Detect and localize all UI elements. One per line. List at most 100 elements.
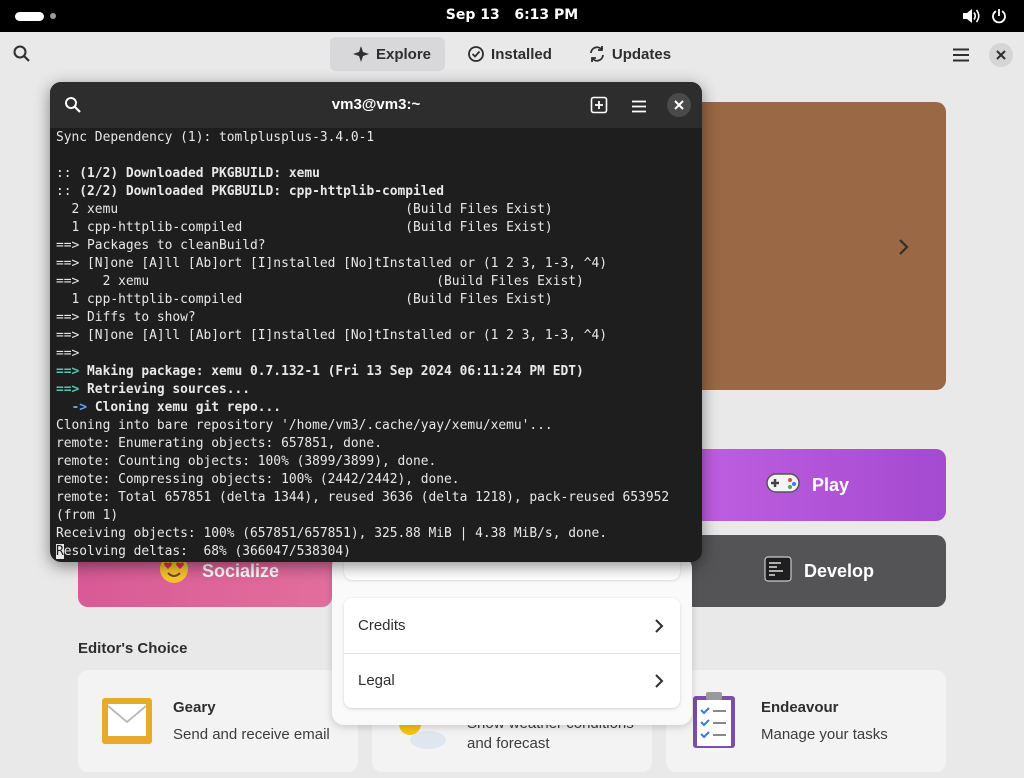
app-card-geary[interactable]: Geary Send and receive email: [78, 670, 358, 772]
terminal-line: ==> 2 xemu (Build Files Exist): [56, 273, 702, 291]
software-header: Explore Installed Updates: [0, 32, 1024, 78]
terminal-line: 1 cpp-httplib-compiled (Build Files Exis…: [56, 291, 702, 309]
terminal-text: ==>: [56, 382, 88, 397]
new-tab-icon[interactable]: [590, 96, 608, 118]
terminal-line: ==> Diffs to show?: [56, 309, 702, 327]
terminal-line: remote: Counting objects: 100% (3899/389…: [56, 453, 702, 471]
terminal-text: remote: Compressing objects: 100% (2442/…: [56, 472, 460, 487]
window-close-button[interactable]: [989, 43, 1013, 67]
view-switcher: Explore Installed Updates: [330, 37, 685, 71]
category-play-label: Play: [812, 474, 850, 495]
terminal-text: ::: [56, 184, 80, 199]
terminal-text: Receiving objects: 100% (657851/657851),…: [56, 526, 608, 541]
app-description: Manage your tasks: [761, 726, 888, 743]
category-develop[interactable]: Develop: [684, 535, 946, 607]
app-description: Send and receive email: [173, 726, 330, 743]
clock[interactable]: Sep 13 6:13 PM: [0, 7, 1024, 23]
terminal-line: 1 cpp-httplib-compiled (Build Files Exis…: [56, 219, 702, 237]
refresh-icon: [589, 46, 604, 62]
terminal-text: remote: Enumerating objects: 657851, don…: [56, 436, 382, 451]
terminal-text: ==>: [56, 364, 88, 379]
terminal-window: vm3@vm3:~ Sync Dependency (1): tomlplusp…: [50, 82, 702, 562]
chevron-right-icon[interactable]: [898, 238, 910, 260]
hamburger-menu-icon[interactable]: [631, 98, 647, 117]
top-bar: Sep 13 6:13 PM: [0, 0, 1024, 32]
terminal-text: 1 cpp-httplib-compiled (Build Files Exis…: [56, 220, 553, 235]
tasks-icon: [690, 690, 738, 754]
credits-row[interactable]: Credits: [344, 598, 680, 653]
volume-icon[interactable]: [962, 8, 980, 28]
terminal-text: (1/2) Downloaded PKGBUILD: xemu: [79, 166, 320, 181]
terminal-line: (from 1): [56, 507, 702, 525]
tab-explore-label: Explore: [376, 45, 432, 63]
terminal-text: Cloning into bare repository '/home/vm3/…: [56, 418, 553, 433]
terminal-line: ==> Packages to cleanBuild?: [56, 237, 702, 255]
legal-label: Legal: [358, 672, 395, 689]
gamepad-icon: [766, 470, 800, 501]
terminal-line: remote: Total 657851 (delta 1344), reuse…: [56, 489, 702, 507]
app-name: Endeavour: [761, 699, 839, 716]
terminal-line: -> Cloning xemu git repo...: [56, 399, 702, 417]
terminal-text: (from 1): [56, 508, 119, 523]
about-links-list: Credits Legal: [344, 598, 680, 708]
terminal-text: ==> 2 xemu (Build Files Exist): [56, 274, 584, 289]
terminal-line: Resolving deltas: 68% (366047/538304): [56, 543, 702, 561]
terminal-line: remote: Enumerating objects: 657851, don…: [56, 435, 702, 453]
terminal-text: remote: Total 657851 (delta 1344), reuse…: [56, 490, 670, 505]
chevron-right-icon: [655, 618, 664, 633]
terminal-text: Making package: xemu 0.7.132-1 (Fri 13 S…: [87, 364, 584, 379]
terminal-text: Sync Dependency (1): tomlplusplus-3.4.0-…: [56, 130, 375, 145]
terminal-line: ==>: [56, 345, 702, 363]
terminal-close-button[interactable]: [667, 93, 691, 117]
terminal-text: ==> [N]one [A]ll [Ab]ort [I]nstalled [No…: [56, 328, 608, 343]
terminal-line: Receiving objects: 100% (657851/657851),…: [56, 525, 702, 543]
check-circle-icon: [468, 46, 484, 62]
terminal-line: Sync Dependency (1): tomlplusplus-3.4.0-…: [56, 129, 702, 147]
tab-installed[interactable]: Installed: [445, 37, 566, 71]
terminal-text: ==> Diffs to show?: [56, 310, 196, 325]
about-dialog: Credits Legal: [332, 556, 692, 725]
terminal-line: Cloning into bare repository '/home/vm3/…: [56, 417, 702, 435]
terminal-line: ==> Making package: xemu 0.7.132-1 (Fri …: [56, 363, 702, 381]
hamburger-menu-icon[interactable]: [952, 47, 970, 66]
terminal-line: ==> [N]one [A]ll [Ab]ort [I]nstalled [No…: [56, 327, 702, 345]
terminal-text: Retrieving sources...: [87, 382, 251, 397]
terminal-line: :: (2/2) Downloaded PKGBUILD: cpp-httpli…: [56, 183, 702, 201]
terminal-text: ==>: [56, 346, 80, 361]
app-card-endeavour[interactable]: Endeavour Manage your tasks: [666, 670, 946, 772]
tab-explore[interactable]: Explore: [330, 37, 446, 71]
terminal-text: esolving deltas: 68% (366047/538304): [63, 544, 351, 559]
search-icon[interactable]: [12, 44, 32, 68]
terminal-line: :: (1/2) Downloaded PKGBUILD: xemu: [56, 165, 702, 183]
terminal-text: (2/2) Downloaded PKGBUILD: cpp-httplib-c…: [79, 184, 445, 199]
terminal-text: ==> Packages to cleanBuild?: [56, 238, 266, 253]
terminal-text: Cloning xemu git repo...: [94, 400, 282, 415]
category-socialize-label: Socialize: [202, 560, 280, 581]
tab-installed-label: Installed: [491, 45, 552, 63]
legal-row[interactable]: Legal: [344, 653, 680, 708]
category-develop-label: Develop: [804, 560, 875, 581]
category-play[interactable]: Play: [684, 449, 946, 521]
terminal-line: ==> Retrieving sources...: [56, 381, 702, 399]
terminal-text: ::: [56, 166, 80, 181]
chevron-right-icon: [655, 673, 664, 688]
compass-icon: [353, 46, 369, 62]
terminal-line: remote: Compressing objects: 100% (2442/…: [56, 471, 702, 489]
terminal-line: ==> [N]one [A]ll [Ab]ort [I]nstalled [No…: [56, 255, 702, 273]
terminal-text: 1 cpp-httplib-compiled (Build Files Exis…: [56, 292, 553, 307]
power-icon[interactable]: [991, 8, 1007, 28]
app-name: Geary: [173, 699, 216, 716]
tab-updates[interactable]: Updates: [566, 37, 685, 71]
mail-icon: [100, 694, 154, 752]
close-icon: [996, 50, 1006, 60]
terminal-output[interactable]: Sync Dependency (1): tomlplusplus-3.4.0-…: [56, 129, 702, 562]
featured-banner[interactable]: [684, 102, 946, 390]
terminal-text: 2 xemu (Build Files Exist): [56, 202, 553, 217]
credits-label: Credits: [358, 617, 406, 634]
terminal-headerbar: vm3@vm3:~: [50, 82, 702, 128]
editors-choice-title: Editor's Choice: [78, 640, 188, 657]
time-text: 6:13 PM: [514, 7, 579, 23]
close-icon: [674, 100, 684, 110]
tab-updates-label: Updates: [611, 45, 672, 63]
